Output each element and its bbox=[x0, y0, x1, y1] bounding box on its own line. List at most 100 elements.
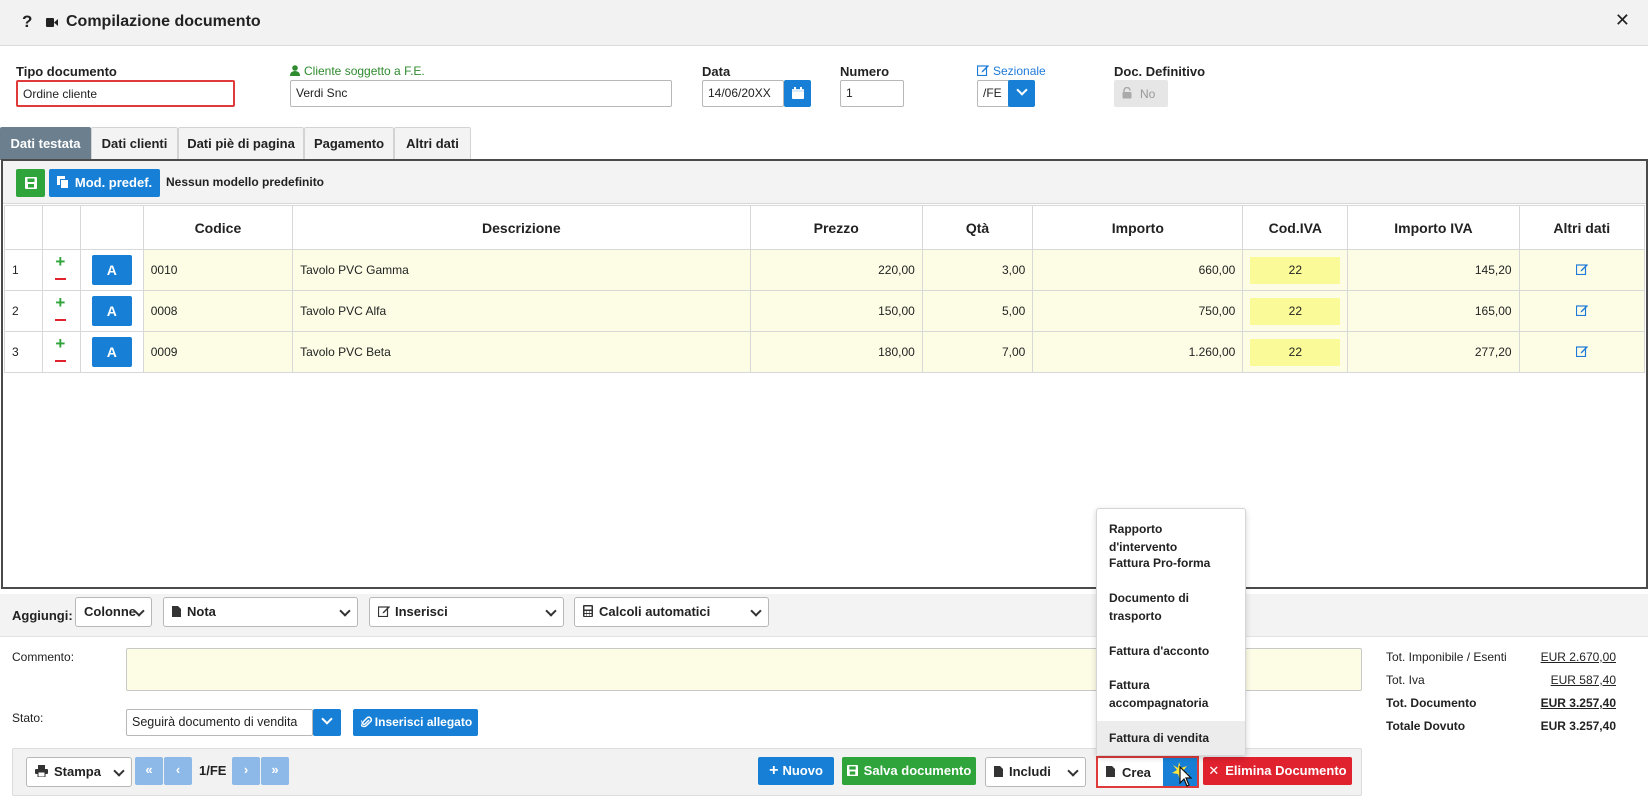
edit-icon[interactable] bbox=[1575, 345, 1588, 357]
doc-definitivo-toggle[interactable]: No bbox=[1114, 80, 1168, 107]
numero-field[interactable]: 1 bbox=[840, 80, 904, 107]
close-icon[interactable]: ✕ bbox=[1615, 10, 1630, 31]
last-page-button[interactable]: » bbox=[261, 757, 289, 785]
col-header-importo-iva[interactable]: Importo IVA bbox=[1347, 205, 1520, 250]
edit-icon[interactable] bbox=[1575, 263, 1588, 275]
includi-dropdown[interactable]: Includi bbox=[985, 757, 1086, 787]
col-header-prezzo[interactable]: Prezzo bbox=[749, 205, 923, 250]
crea-dropdown-toggle[interactable] bbox=[1163, 758, 1197, 787]
stampa-label: Stampa bbox=[54, 764, 101, 779]
cod-iva-value[interactable]: 22 bbox=[1250, 338, 1341, 366]
chevron-down-icon bbox=[1067, 765, 1079, 777]
nuovo-button[interactable]: + Nuovo bbox=[758, 757, 834, 785]
tipo-documento-field[interactable]: Ordine cliente bbox=[16, 80, 235, 107]
qta-cell[interactable]: 7,00 bbox=[921, 331, 1034, 373]
prev-page-button[interactable]: ‹ bbox=[164, 757, 192, 785]
tab-pagamento[interactable]: Pagamento bbox=[304, 127, 394, 160]
colonne-dropdown[interactable]: Colonne bbox=[75, 597, 152, 627]
col-header-codice[interactable]: Codice bbox=[142, 205, 294, 250]
codice-cell[interactable]: 0010 bbox=[142, 249, 294, 291]
double-chevron-left-icon: « bbox=[145, 762, 153, 777]
menu-item-documento-trasporto[interactable]: Documento di trasporto bbox=[1097, 589, 1245, 625]
cliente-field[interactable]: Verdi Snc bbox=[290, 80, 672, 107]
cod-iva-value[interactable]: 22 bbox=[1250, 297, 1341, 325]
prezzo-cell[interactable]: 150,00 bbox=[749, 290, 923, 332]
prezzo-cell[interactable]: 180,00 bbox=[749, 331, 923, 373]
chevron-down-icon bbox=[321, 713, 333, 725]
calcoli-label: Calcoli automatici bbox=[599, 604, 711, 619]
sezionale-field[interactable]: /FE bbox=[977, 80, 1009, 107]
cod-iva-cell[interactable]: 22 bbox=[1242, 331, 1349, 373]
inserisci-allegato-button[interactable]: Inserisci allegato bbox=[353, 709, 478, 736]
stampa-dropdown[interactable]: Stampa bbox=[26, 757, 132, 787]
stato-select[interactable]: Seguirà documento di vendita bbox=[126, 709, 313, 736]
sezionale-label: Sezionale bbox=[993, 64, 1046, 78]
altri-dati-cell bbox=[1518, 290, 1646, 332]
cod-iva-cell[interactable]: 22 bbox=[1242, 249, 1349, 291]
col-header-descrizione[interactable]: Descrizione bbox=[292, 205, 751, 250]
row-a-button[interactable]: A bbox=[91, 296, 132, 326]
descrizione-cell[interactable]: Tavolo PVC Gamma bbox=[292, 249, 751, 291]
chevron-right-icon: › bbox=[243, 762, 249, 777]
minus-icon[interactable] bbox=[55, 360, 67, 362]
stato-dropdown-button[interactable] bbox=[313, 709, 341, 736]
calcoli-automatici-dropdown[interactable]: Calcoli automatici bbox=[574, 597, 769, 627]
tot-iva-value[interactable]: EUR 587,40 bbox=[1551, 673, 1616, 687]
cod-iva-value[interactable]: 22 bbox=[1250, 256, 1341, 284]
codice-cell[interactable]: 0009 bbox=[142, 331, 294, 373]
edit-icon bbox=[377, 606, 390, 618]
edit-icon[interactable] bbox=[977, 64, 989, 76]
crea-split-button[interactable]: Crea bbox=[1096, 756, 1199, 788]
sezionale-dropdown-button[interactable] bbox=[1008, 80, 1035, 107]
menu-item-fattura-accompagnatoria[interactable]: Fattura accompagnatoria bbox=[1097, 676, 1245, 712]
row-a-button[interactable]: A bbox=[91, 255, 132, 285]
importo-cell: 1.260,00 bbox=[1032, 331, 1244, 373]
cod-iva-cell[interactable]: 22 bbox=[1242, 290, 1349, 332]
tab-dati-clienti[interactable]: Dati clienti bbox=[91, 127, 178, 160]
minus-icon[interactable] bbox=[55, 278, 67, 280]
col-header-altri-dati[interactable]: Altri dati bbox=[1518, 205, 1646, 250]
next-page-button[interactable]: › bbox=[232, 757, 260, 785]
mod-predef-button[interactable]: Mod. predef. bbox=[49, 169, 160, 197]
tot-imponibile-value[interactable]: EUR 2.670,00 bbox=[1541, 650, 1616, 664]
plus-icon[interactable]: + bbox=[55, 253, 65, 270]
nota-dropdown[interactable]: Nota bbox=[163, 597, 358, 627]
minus-icon[interactable] bbox=[55, 319, 67, 321]
calendar-button[interactable] bbox=[784, 80, 811, 107]
col-header-qta[interactable]: Qtà bbox=[921, 205, 1034, 250]
edit-icon[interactable] bbox=[1575, 304, 1588, 316]
numero-label: Numero bbox=[840, 64, 890, 79]
data-field[interactable]: 14/06/20XX bbox=[702, 80, 784, 107]
colonne-label: Colonne bbox=[84, 604, 136, 619]
prezzo-cell[interactable]: 220,00 bbox=[749, 249, 923, 291]
inserisci-dropdown[interactable]: Inserisci bbox=[369, 597, 564, 627]
plus-icon[interactable]: + bbox=[55, 335, 65, 352]
col-header-a bbox=[79, 205, 144, 250]
row-a-cell: A bbox=[79, 249, 144, 291]
qta-cell[interactable]: 5,00 bbox=[921, 290, 1034, 332]
first-page-button[interactable]: « bbox=[135, 757, 163, 785]
col-header-cod-iva[interactable]: Cod.IVA bbox=[1242, 205, 1349, 250]
salva-documento-button[interactable]: Salva documento bbox=[842, 757, 976, 785]
grid-toolbar: Mod. predef. Nessun modello predefinito bbox=[3, 161, 1646, 204]
descrizione-cell[interactable]: Tavolo PVC Beta bbox=[292, 331, 751, 373]
col-header-importo[interactable]: Importo bbox=[1032, 205, 1244, 250]
row-a-button[interactable]: A bbox=[91, 337, 132, 367]
menu-item-fattura-vendita[interactable]: Fattura di vendita bbox=[1097, 721, 1245, 755]
tab-dati-testata[interactable]: Dati testata bbox=[0, 127, 91, 160]
tab-altri-dati[interactable]: Altri dati bbox=[394, 127, 471, 160]
tab-dati-pie-di-pagina[interactable]: Dati piè di pagina bbox=[178, 127, 304, 160]
tot-documento-value[interactable]: EUR 3.257,40 bbox=[1541, 696, 1616, 710]
save-model-button[interactable] bbox=[16, 169, 45, 197]
menu-item-fattura-acconto[interactable]: Fattura d'acconto bbox=[1097, 642, 1245, 660]
table-row: 1 + A 0010 Tavolo PVC Gamma 220,00 3,00 … bbox=[4, 249, 1646, 291]
plus-icon[interactable]: + bbox=[55, 294, 65, 311]
codice-cell[interactable]: 0008 bbox=[142, 290, 294, 332]
help-icon[interactable]: ? bbox=[22, 12, 32, 32]
elimina-documento-button[interactable]: ✕ Elimina Documento bbox=[1203, 757, 1352, 785]
descrizione-cell[interactable]: Tavolo PVC Alfa bbox=[292, 290, 751, 332]
menu-item-rapporto-intervento[interactable]: Rapporto d'intervento bbox=[1097, 520, 1245, 556]
qta-cell[interactable]: 3,00 bbox=[921, 249, 1034, 291]
row-add-remove: + bbox=[41, 249, 81, 291]
menu-item-fattura-pro-forma[interactable]: Fattura Pro-forma bbox=[1097, 554, 1245, 572]
